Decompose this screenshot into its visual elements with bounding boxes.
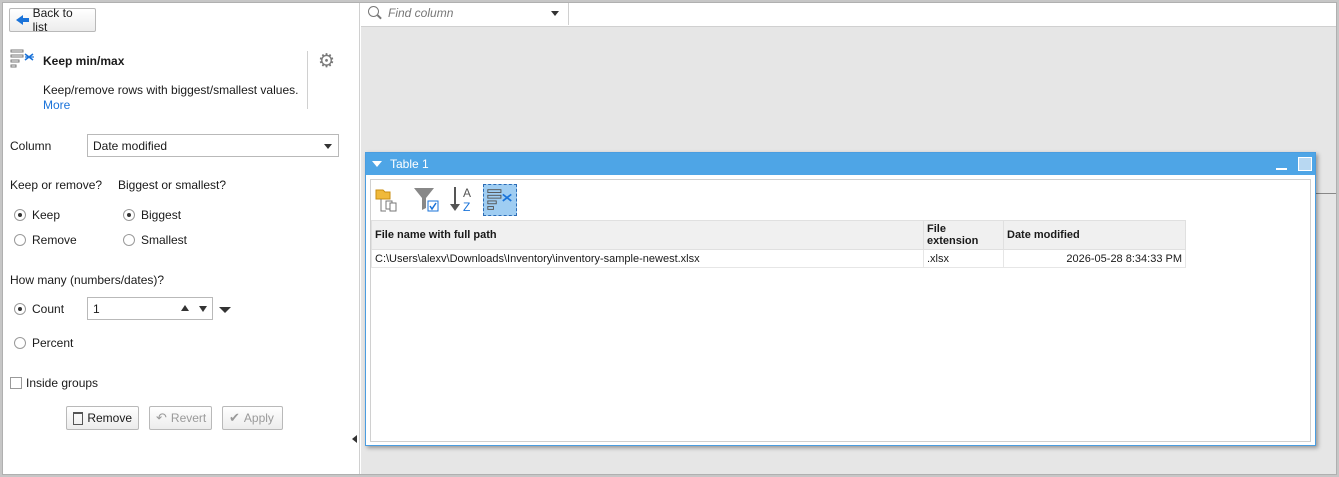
revert-button[interactable]: ↶ Revert (149, 406, 212, 430)
more-link[interactable]: More (43, 98, 70, 112)
checkmark-icon: ✔ (229, 410, 240, 425)
collapse-triangle-icon[interactable] (372, 161, 382, 167)
open-file-icon[interactable] (373, 184, 407, 216)
sort-icon[interactable]: A Z (447, 184, 481, 216)
checkbox-box (10, 377, 22, 389)
keep-min-max-icon[interactable] (483, 184, 517, 216)
collapse-panel-icon[interactable] (352, 435, 357, 443)
divider (307, 51, 308, 109)
keep-radio-label: Keep (32, 208, 61, 222)
revert-button-label: Revert (170, 411, 207, 425)
back-to-list-label: Back to list (32, 6, 73, 34)
search-icon (368, 6, 379, 17)
column-select-value: Date modified (93, 139, 168, 153)
remove-button-label: Remove (87, 411, 132, 425)
gear-icon[interactable]: ⚙ (318, 52, 335, 71)
column-select[interactable]: Date modified (87, 134, 339, 157)
workspace: Find column Table 1 A Z File name with f… (361, 3, 1336, 474)
svg-text:A: A (463, 186, 471, 200)
keep-radio[interactable]: Keep (14, 208, 60, 222)
arrow-left-icon (16, 14, 29, 26)
remove-radio[interactable]: Remove (14, 233, 77, 247)
trash-icon (73, 411, 84, 425)
column-header[interactable]: Date modified (1003, 220, 1186, 250)
tool-settings-panel: Back to list Keep min/max ⚙ Keep/remove … (3, 3, 360, 474)
radio-unselected-icon (14, 337, 26, 349)
find-column-input[interactable]: Find column (388, 6, 453, 20)
column-header[interactable]: File extension (923, 220, 1004, 250)
radio-selected-icon (14, 209, 26, 221)
table-window: Table 1 A Z File name with full path Fil… (365, 152, 1316, 446)
apply-button[interactable]: ✔ Apply (222, 406, 283, 430)
table-row[interactable]: C:\Users\alexv\Downloads\Inventory\inven… (371, 249, 1186, 268)
percent-radio[interactable]: Percent (14, 336, 73, 350)
tool-title: Keep min/max (43, 54, 125, 68)
chevron-down-icon[interactable] (551, 11, 559, 16)
chevron-down-icon[interactable] (219, 307, 231, 313)
filter-icon[interactable] (411, 184, 445, 216)
back-to-list-button[interactable]: Back to list (9, 6, 96, 34)
find-column-bar: Find column (361, 3, 1336, 27)
undo-icon: ↶ (156, 410, 167, 425)
column-label: Column (10, 139, 52, 153)
table-cell[interactable]: C:\Users\alexv\Downloads\Inventory\inven… (371, 249, 924, 268)
smallest-radio[interactable]: Smallest (123, 233, 187, 247)
keep-min-max-icon (10, 49, 34, 68)
inside-groups-label: Inside groups (26, 376, 99, 390)
inside-groups-checkbox[interactable]: Inside groups (10, 376, 98, 390)
app-window: Back to list Keep min/max ⚙ Keep/remove … (2, 2, 1337, 475)
table-cell[interactable]: 2026-05-28 8:34:33 PM (1003, 249, 1186, 268)
radio-unselected-icon (14, 234, 26, 246)
table-title: Table 1 (390, 157, 429, 171)
percent-radio-label: Percent (32, 336, 74, 350)
remove-radio-label: Remove (32, 233, 77, 247)
column-header[interactable]: File name with full path (371, 220, 924, 250)
remove-button[interactable]: Remove (66, 406, 139, 430)
data-table: File name with full path File extension … (371, 220, 1186, 268)
divider (568, 3, 569, 25)
how-many-label: How many (numbers/dates)? (10, 273, 165, 287)
biggest-radio-label: Biggest (141, 208, 182, 222)
smallest-radio-label: Smallest (141, 233, 188, 247)
count-stepper[interactable]: 1 (87, 297, 213, 320)
count-radio-label: Count (32, 302, 65, 316)
radio-selected-icon (14, 303, 26, 315)
chevron-down-icon (324, 144, 332, 149)
count-radio[interactable]: Count (14, 302, 64, 316)
tool-description: Keep/remove rows with biggest/smallest v… (43, 83, 299, 97)
svg-text:Z: Z (463, 200, 470, 214)
apply-button-label: Apply (243, 411, 274, 425)
table-cell[interactable]: .xlsx (923, 249, 1004, 268)
increment-icon[interactable] (181, 305, 189, 311)
table-body: A Z File name with full path File extens… (370, 179, 1311, 442)
biggest-or-smallest-label: Biggest or smallest? (118, 178, 227, 192)
count-value: 1 (93, 302, 100, 316)
biggest-radio[interactable]: Biggest (123, 208, 181, 222)
radio-selected-icon (123, 209, 135, 221)
maximize-icon[interactable] (1298, 157, 1312, 171)
radio-unselected-icon (123, 234, 135, 246)
table-title-bar[interactable]: Table 1 (366, 153, 1315, 175)
keep-or-remove-label: Keep or remove? (10, 178, 103, 192)
table-header-row: File name with full path File extension … (371, 220, 1186, 250)
minimize-icon[interactable] (1276, 168, 1287, 170)
decrement-icon[interactable] (199, 306, 207, 312)
